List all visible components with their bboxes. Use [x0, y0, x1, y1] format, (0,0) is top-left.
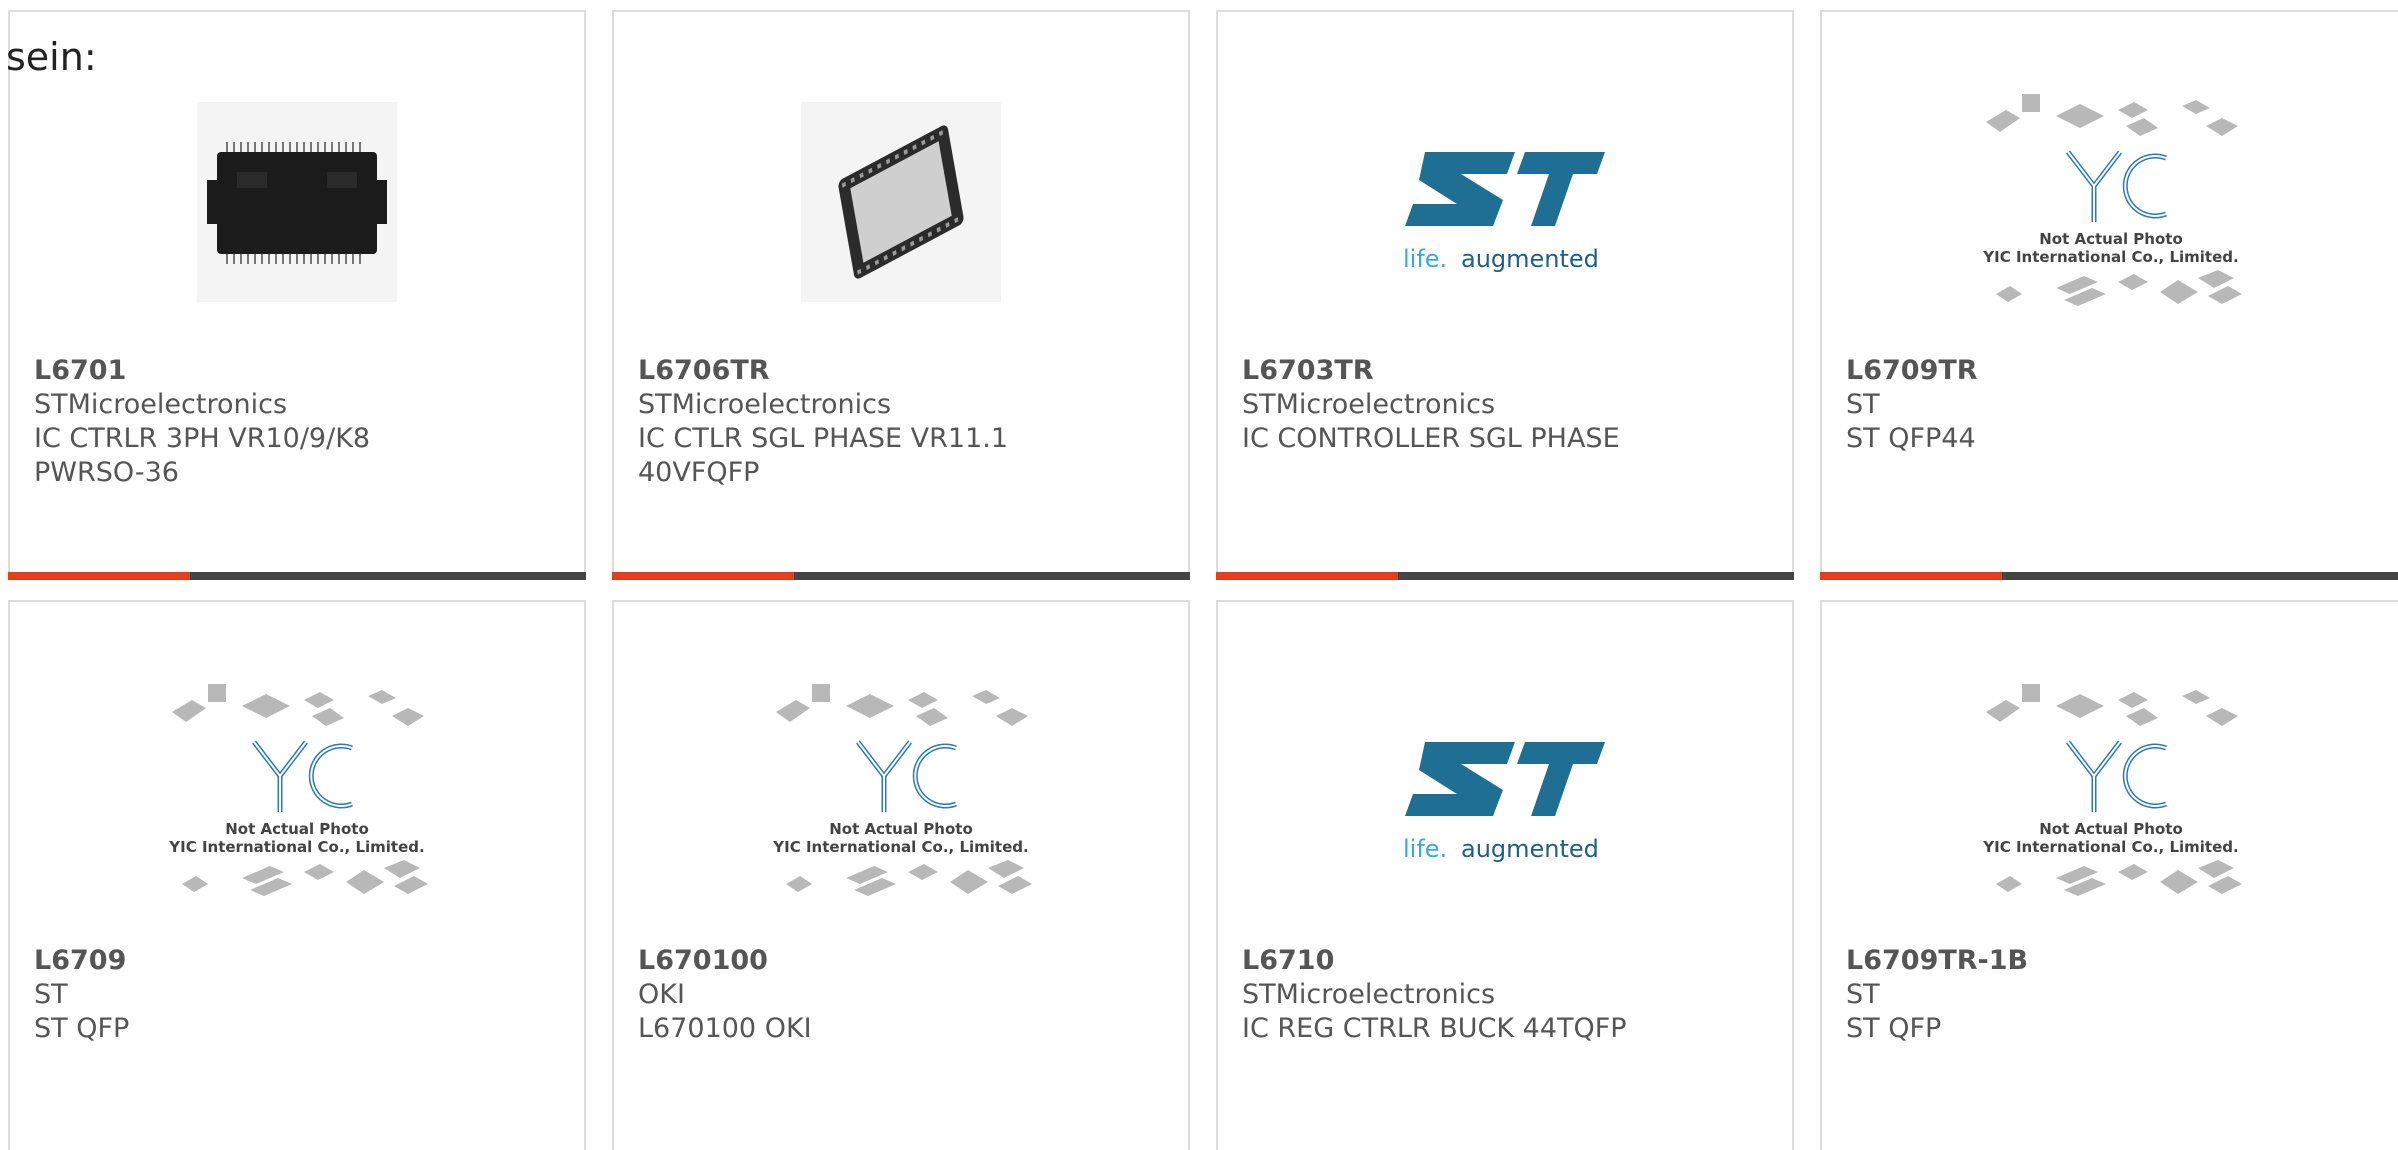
logo-tagline: life.: [1403, 245, 1447, 273]
intro-text: sein:: [6, 35, 97, 79]
card-bar: [1820, 572, 2398, 580]
description: IC REG CTRLR BUCK 44TQFP: [1242, 1013, 1627, 1044]
product-info: L6706TR STMicroelectronics IC CTLR SGL P…: [638, 354, 1164, 490]
placeholder-caption: Not Actual Photo: [2039, 820, 2183, 838]
placeholder-caption: YIC International Co., Limited.: [1982, 248, 2238, 266]
description: ST QFP: [34, 1013, 130, 1044]
product-grid-page: sein: L6701 STMicroelectronics IC CTRLR …: [0, 0, 2398, 1150]
part-number[interactable]: L6710: [1242, 944, 1768, 978]
st-logo: life. augmented: [1365, 672, 1645, 912]
manufacturer: ST: [34, 979, 68, 1010]
product-card[interactable]: life. augmented L6710 STMicroelectronics…: [1216, 600, 1794, 1150]
placeholder-caption: Not Actual Photo: [225, 820, 369, 838]
product-card[interactable]: Not Actual Photo YIC International Co., …: [8, 600, 586, 1150]
card-bar-accent: [1216, 572, 1398, 580]
part-number[interactable]: L6709TR: [1846, 354, 2384, 388]
placeholder-caption: YIC International Co., Limited.: [1982, 838, 2238, 856]
ic-package-photo: [157, 82, 437, 322]
product-info: L670100 OKI L670100 OKI: [638, 944, 1164, 1046]
product-card[interactable]: L6701 STMicroelectronics IC CTRLR 3PH VR…: [8, 10, 586, 580]
card-bar-accent: [1820, 572, 2002, 580]
manufacturer: STMicroelectronics: [34, 389, 288, 420]
logo-tagline: life.: [1403, 835, 1447, 863]
logo-tagline: augmented: [1461, 245, 1599, 273]
yic-placeholder-image: Not Actual Photo YIC International Co., …: [1971, 82, 2251, 322]
product-info: L6701 STMicroelectronics IC CTRLR 3PH VR…: [34, 354, 560, 490]
yic-placeholder-image: Not Actual Photo YIC International Co., …: [761, 672, 1041, 912]
description: 40VFQFP: [638, 457, 760, 488]
manufacturer: STMicroelectronics: [1242, 979, 1496, 1010]
product-info: L6709TR-1B ST ST QFP: [1846, 944, 2384, 1046]
yic-placeholder-image: Not Actual Photo YIC International Co., …: [1971, 672, 2251, 912]
description: IC CTLR SGL PHASE VR11.1: [638, 423, 1008, 454]
card-bar: [612, 572, 1190, 580]
manufacturer: STMicroelectronics: [638, 389, 892, 420]
part-number[interactable]: L6709: [34, 944, 560, 978]
description: IC CONTROLLER SGL PHASE: [1242, 423, 1620, 454]
product-card[interactable]: L6706TR STMicroelectronics IC CTLR SGL P…: [612, 10, 1190, 580]
manufacturer: ST: [1846, 979, 1880, 1010]
description: IC CTRLR 3PH VR10/9/K8: [34, 423, 371, 454]
description: L670100 OKI: [638, 1013, 812, 1044]
placeholder-caption: YIC International Co., Limited.: [772, 838, 1028, 856]
part-number[interactable]: L6703TR: [1242, 354, 1768, 388]
qfn-chip-photo: [761, 82, 1041, 322]
part-number[interactable]: L6709TR-1B: [1846, 944, 2384, 978]
product-info: L6703TR STMicroelectronics IC CONTROLLER…: [1242, 354, 1768, 456]
manufacturer: ST: [1846, 389, 1880, 420]
card-bar-accent: [612, 572, 794, 580]
st-logo: life. augmented: [1365, 82, 1645, 322]
part-number[interactable]: L670100: [638, 944, 1164, 978]
product-card[interactable]: life. augmented L6703TR STMicroelectroni…: [1216, 10, 1794, 580]
card-bar-accent: [8, 572, 190, 580]
part-number[interactable]: L6706TR: [638, 354, 1164, 388]
logo-tagline: augmented: [1461, 835, 1599, 863]
description: ST QFP: [1846, 1013, 1942, 1044]
card-bar: [8, 572, 586, 580]
product-card[interactable]: Not Actual Photo YIC International Co., …: [1820, 10, 2398, 580]
placeholder-caption: Not Actual Photo: [829, 820, 973, 838]
part-number[interactable]: L6701: [34, 354, 560, 388]
card-bar: [1216, 572, 1794, 580]
description: PWRSO-36: [34, 457, 179, 488]
product-info: L6710 STMicroelectronics IC REG CTRLR BU…: [1242, 944, 1768, 1046]
product-info: L6709TR ST ST QFP44: [1846, 354, 2384, 456]
product-card[interactable]: Not Actual Photo YIC International Co., …: [1820, 600, 2398, 1150]
manufacturer: STMicroelectronics: [1242, 389, 1496, 420]
product-card[interactable]: Not Actual Photo YIC International Co., …: [612, 600, 1190, 1150]
product-info: L6709 ST ST QFP: [34, 944, 560, 1046]
manufacturer: OKI: [638, 979, 685, 1010]
placeholder-caption: YIC International Co., Limited.: [168, 838, 424, 856]
yic-placeholder-image: Not Actual Photo YIC International Co., …: [157, 672, 437, 912]
description: ST QFP44: [1846, 423, 1976, 454]
placeholder-caption: Not Actual Photo: [2039, 230, 2183, 248]
